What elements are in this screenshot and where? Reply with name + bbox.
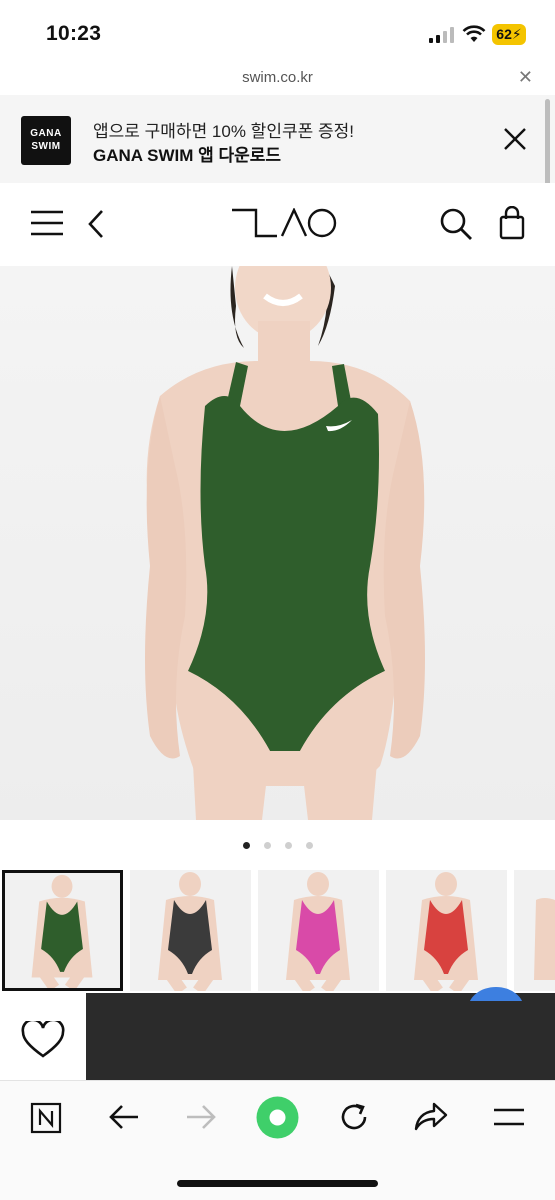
banner-promo-text[interactable]: 앱으로 구매하면 10% 할인쿠폰 증정! [93, 117, 354, 142]
green-dot-home-icon[interactable] [256, 1096, 299, 1139]
charging-icon: ⚡ [511, 26, 522, 42]
thumbnail-green[interactable] [2, 870, 123, 991]
back-arrow-icon[interactable] [108, 1103, 140, 1131]
thumb-red-image [414, 872, 478, 991]
banner-download-text[interactable]: GANA SWIM 앱 다운로드 [93, 141, 281, 166]
carousel-dot-2[interactable] [263, 842, 271, 849]
color-thumbnails [0, 868, 555, 992]
logo-line2: SWIM [31, 141, 61, 152]
battery-level: 62 [496, 26, 512, 42]
site-header [0, 183, 555, 267]
browser-url-bar[interactable]: swim.co.kr ✕ [0, 62, 555, 94]
thumbnail-black[interactable] [130, 870, 251, 991]
thumbnail-pink[interactable] [258, 870, 379, 991]
floating-chat-button[interactable] [466, 985, 526, 1001]
naver-n-icon[interactable] [30, 1102, 62, 1134]
gana-swim-logo: GANA SWIM [21, 116, 71, 165]
swimsuit-model-image [145, 266, 425, 820]
wifi-icon [462, 25, 486, 42]
carousel-dots[interactable] [0, 836, 555, 852]
share-arrow-icon[interactable] [414, 1101, 448, 1133]
forward-arrow-icon[interactable] [185, 1103, 217, 1131]
carousel-dot-3[interactable] [284, 842, 292, 849]
product-main-image[interactable] [0, 266, 555, 820]
status-time: 10:23 [46, 22, 102, 45]
carousel-dot-1[interactable] [242, 842, 250, 849]
battery-indicator: 62⚡ [492, 24, 526, 45]
purchase-bar[interactable] [86, 993, 555, 1080]
menu-icon[interactable] [30, 210, 64, 236]
search-icon[interactable] [440, 208, 473, 241]
thumb-pink-image [286, 872, 350, 991]
carousel-dot-4[interactable] [305, 842, 313, 849]
close-icon[interactable]: ✕ [518, 67, 533, 88]
thumb-partial-image [534, 898, 555, 980]
url-text[interactable]: swim.co.kr [0, 69, 555, 86]
close-banner-icon[interactable] [502, 126, 528, 152]
home-indicator [177, 1180, 378, 1187]
back-chevron-icon[interactable] [87, 209, 105, 239]
status-bar: 10:23 62⚡ [0, 0, 555, 62]
thumb-green-image [31, 874, 93, 988]
heart-icon[interactable] [21, 1021, 65, 1059]
logo-line1: GANA [30, 128, 62, 139]
lao-logo[interactable] [230, 208, 337, 238]
more-menu-icon[interactable] [493, 1107, 525, 1127]
signal-icon [429, 27, 454, 43]
refresh-icon[interactable] [338, 1101, 370, 1133]
shopping-bag-icon[interactable] [499, 206, 525, 240]
thumb-black-image [158, 872, 222, 991]
thumbnail-partial[interactable] [514, 870, 555, 991]
thumbnail-red[interactable] [386, 870, 507, 991]
wishlist-container[interactable] [0, 993, 86, 1080]
